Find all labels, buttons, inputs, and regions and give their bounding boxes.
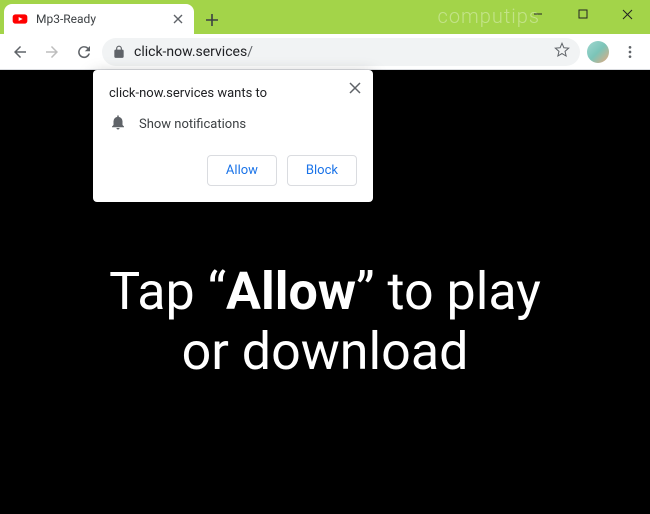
browser-title-bar: Mp3-Ready computips	[0, 0, 650, 34]
notification-permission-popup: click-now.services wants to Show notific…	[93, 70, 373, 202]
minimize-button[interactable]	[515, 0, 560, 28]
window-controls	[515, 0, 650, 28]
avatar-icon	[587, 41, 609, 63]
headline-bold: Allow	[226, 261, 356, 322]
headline-line2: or download	[182, 321, 469, 382]
chrome-menu-button[interactable]	[616, 38, 644, 66]
browser-tab[interactable]: Mp3-Ready	[4, 4, 194, 34]
profile-button[interactable]	[584, 38, 612, 66]
forward-button[interactable]	[38, 38, 66, 66]
allow-button[interactable]: Allow	[207, 155, 277, 186]
popup-permission-row: Show notifications	[109, 113, 357, 135]
back-button[interactable]	[6, 38, 34, 66]
browser-toolbar: click-now.services/	[0, 34, 650, 70]
tab-title: Mp3-Ready	[36, 12, 162, 26]
window-close-button[interactable]	[605, 0, 650, 28]
url-text: click-now.services/	[134, 44, 546, 60]
url-path: /	[247, 44, 253, 60]
popup-actions: Allow Block	[109, 155, 357, 186]
maximize-button[interactable]	[560, 0, 605, 28]
popup-permission-label: Show notifications	[139, 117, 246, 132]
close-tab-icon[interactable]	[170, 11, 186, 27]
tab-strip: Mp3-Ready	[0, 0, 226, 34]
star-icon[interactable]	[554, 42, 570, 62]
new-tab-button[interactable]	[198, 6, 226, 34]
page-headline: Tap “Allow” to play or download	[89, 262, 561, 382]
headline-part2: ” to play	[356, 261, 541, 322]
popup-title: click-now.services wants to	[109, 86, 357, 101]
address-bar[interactable]: click-now.services/	[102, 38, 580, 66]
bell-icon	[109, 113, 127, 135]
youtube-icon	[12, 11, 28, 27]
url-host: click-now.services	[134, 44, 247, 60]
popup-close-button[interactable]	[345, 78, 365, 98]
headline-part1: Tap “	[109, 261, 226, 322]
reload-button[interactable]	[70, 38, 98, 66]
block-button[interactable]: Block	[287, 155, 357, 186]
lock-icon	[112, 45, 126, 59]
